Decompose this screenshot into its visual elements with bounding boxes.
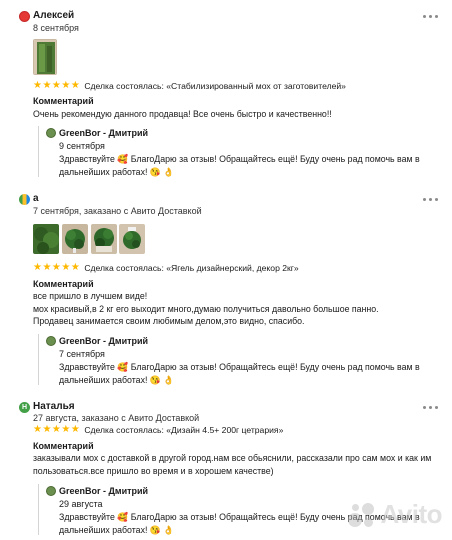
review-photo[interactable]: [91, 224, 117, 254]
rating-row: ★★★★★ Сделка состоялась: «Ягель дизайнер…: [33, 262, 299, 274]
moss-photo-image: [91, 224, 117, 254]
avito-logo-icon: [348, 501, 376, 529]
moss-photo-image: [33, 224, 59, 254]
deal-text: Сделка состоялась: «Стабилизированный мо…: [84, 81, 346, 91]
deal-text: Сделка состоялась: «Ягель дизайнерский, …: [84, 263, 299, 273]
reply-date: 7 сентября: [59, 349, 105, 359]
review-photo[interactable]: [33, 39, 57, 75]
review-photo[interactable]: [62, 224, 88, 254]
rating-row: ★★★★★ Сделка состоялась: «Дизайн 4.5+ 20…: [33, 424, 283, 436]
more-options-icon[interactable]: [422, 401, 440, 413]
avatar[interactable]: H: [19, 401, 30, 413]
reply-divider: [38, 484, 39, 535]
comment-text: Очень рекомендую данного продавца! Все о…: [33, 109, 332, 119]
comment-text: заказывали мох с доставкой в другой горо…: [33, 453, 432, 476]
review-author[interactable]: Алексей: [33, 10, 74, 22]
more-options-icon[interactable]: [422, 193, 440, 205]
avatar[interactable]: [19, 193, 30, 205]
comment-text: все пришло в лучшем виде! мох красивый,в…: [33, 291, 379, 326]
review-date: 7 сентября, заказано с Авито Доставкой: [33, 206, 202, 216]
moss-photo-image: [34, 40, 56, 74]
reply-author[interactable]: GreenBor - Дмитрий: [59, 127, 148, 139]
reply-text: Здравствуйте 🥰 БлагоДарю за отзыв! Обращ…: [59, 154, 420, 177]
review-date: 8 сентября: [33, 23, 79, 33]
seller-avatar[interactable]: [46, 336, 56, 346]
comment-title: Комментарий: [33, 279, 94, 289]
review-header: Алексей: [19, 10, 74, 22]
moss-photo-image: [119, 224, 145, 254]
comment-title: Комментарий: [33, 96, 94, 106]
rating-stars: ★★★★★: [33, 80, 81, 91]
review-author[interactable]: а: [33, 193, 39, 205]
avito-watermark: Avito: [348, 499, 442, 530]
reply-author[interactable]: GreenBor - Дмитрий: [59, 485, 148, 497]
seller-avatar[interactable]: [46, 486, 56, 496]
review-photo[interactable]: [33, 224, 59, 254]
seller-reply: GreenBor - Дмитрий 7 сентября Здравствуй…: [46, 335, 446, 386]
watermark-text: Avito: [380, 499, 442, 529]
rating-stars: ★★★★★: [33, 424, 81, 435]
seller-avatar[interactable]: [46, 128, 56, 138]
deal-text: Сделка состоялась: «Дизайн 4.5+ 200г цет…: [84, 425, 284, 435]
avatar[interactable]: [19, 10, 30, 22]
more-options-icon[interactable]: [422, 10, 440, 22]
rating-stars: ★★★★★: [33, 262, 81, 273]
review-date: 27 августа, заказано с Авито Доставкой: [33, 413, 200, 423]
review-photo[interactable]: [119, 224, 145, 254]
review-header: а: [19, 193, 39, 205]
reply-divider: [38, 126, 39, 177]
reply-text: Здравствуйте 🥰 БлагоДарю за отзыв! Обращ…: [59, 362, 420, 385]
seller-reply: GreenBor - Дмитрий 9 сентября Здравствуй…: [46, 127, 446, 178]
rating-row: ★★★★★ Сделка состоялась: «Стабилизирован…: [33, 80, 346, 92]
reply-divider: [38, 334, 39, 385]
moss-photo-image: [62, 224, 88, 254]
reply-date: 9 сентября: [59, 141, 105, 151]
reply-author[interactable]: GreenBor - Дмитрий: [59, 335, 148, 347]
comment-title: Комментарий: [33, 441, 94, 451]
